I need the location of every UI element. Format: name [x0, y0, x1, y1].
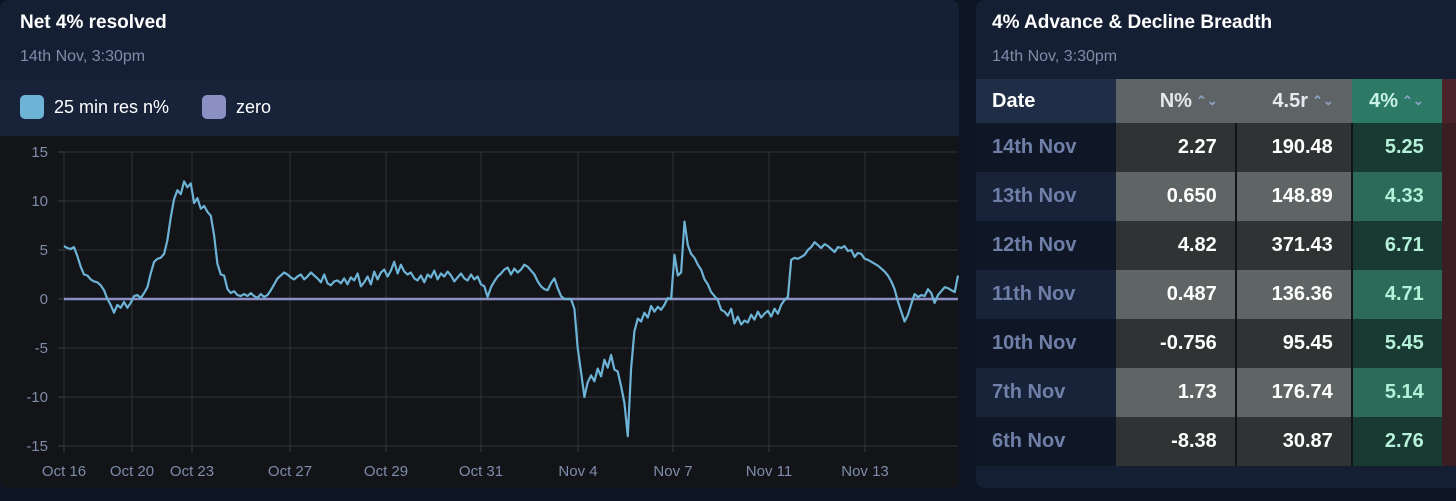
cell-4-5r: 176.74	[1235, 368, 1353, 417]
y-tick-label: 5	[40, 242, 48, 259]
cell-date: 6th Nov	[976, 417, 1117, 466]
x-tick-label: Oct 23	[170, 463, 214, 480]
y-tick-label: 15	[31, 144, 48, 161]
legend-label-25min: 25 min res n%	[54, 96, 170, 117]
table-timestamp: 14th Nov, 3:30pm	[992, 48, 1118, 65]
x-tick-label: Oct 16	[42, 463, 86, 480]
cell-4-5r: 95.45	[1235, 319, 1353, 368]
cell-n-pct: -8.38	[1116, 417, 1237, 466]
x-tick-label: Oct 31	[459, 463, 503, 480]
breadth-table: Date N% ⌃⌄ 4.5r ⌃⌄ 4% ⌃⌄ 14th Nov 2.27 190.48…	[976, 79, 1456, 466]
y-tick-label: -15	[26, 438, 48, 455]
cell-n-pct: 2.27	[1116, 123, 1237, 172]
cell-next-column	[1441, 417, 1456, 466]
cell-date: 13th Nov	[976, 172, 1117, 221]
cell-4-pct: 4.33	[1351, 172, 1442, 221]
header-n-pct[interactable]: N% ⌃⌄	[1116, 79, 1236, 123]
cell-n-pct: 0.487	[1116, 270, 1237, 319]
cell-4-5r: 136.36	[1235, 270, 1353, 319]
legend-item-zero[interactable]: zero	[202, 94, 271, 120]
y-tick-label: -5	[35, 340, 48, 357]
header-4-pct-label: 4%	[1369, 89, 1399, 112]
cell-next-column	[1441, 368, 1456, 417]
cell-date: 11th Nov	[976, 270, 1117, 319]
cell-4-pct: 4.71	[1351, 270, 1442, 319]
cell-next-column	[1441, 270, 1456, 319]
header-date[interactable]: Date	[976, 79, 1117, 123]
table-row[interactable]: 14th Nov 2.27 190.48 5.25	[976, 123, 1456, 172]
sort-icon[interactable]: ⌃⌄	[1312, 93, 1334, 108]
cell-n-pct: 4.82	[1116, 221, 1237, 270]
table-header-row: Date N% ⌃⌄ 4.5r ⌃⌄ 4% ⌃⌄	[976, 79, 1456, 123]
chart-title: Net 4% resolved	[20, 12, 167, 33]
table-row[interactable]: 13th Nov 0.650 148.89 4.33	[976, 172, 1456, 221]
header-next-column[interactable]	[1441, 79, 1456, 123]
y-tick-label: -10	[26, 389, 48, 406]
cell-date: 12th Nov	[976, 221, 1117, 270]
header-date-label: Date	[992, 89, 1036, 112]
chart-timestamp: 14th Nov, 3:30pm	[20, 48, 146, 65]
table-title: 4% Advance & Decline Breadth	[992, 12, 1273, 33]
line-chart[interactable]: 15 10 5 0 -5 -10 -15 Oct 16 Oct 20 Oct 23 Oct 27 Oc…	[0, 136, 959, 488]
cell-date: 10th Nov	[976, 319, 1117, 368]
header-4-5r-label: 4.5r	[1272, 89, 1308, 112]
sort-icon[interactable]: ⌃⌄	[1402, 93, 1424, 108]
net-4pct-resolved-panel: Net 4% resolved 14th Nov, 3:30pm 25 min …	[0, 0, 959, 488]
cell-4-5r: 371.43	[1235, 221, 1353, 270]
cell-4-pct: 2.76	[1351, 417, 1442, 466]
table-row[interactable]: 10th Nov -0.756 95.45 5.45	[976, 319, 1456, 368]
cell-n-pct: -0.756	[1116, 319, 1237, 368]
cell-4-5r: 190.48	[1235, 123, 1353, 172]
chart-area: 15 10 5 0 -5 -10 -15 Oct 16 Oct 20 Oct 23 Oct 27 Oc…	[0, 136, 959, 488]
cell-4-5r: 30.87	[1235, 417, 1353, 466]
legend-swatch-zero	[202, 95, 226, 119]
table-row[interactable]: 7th Nov 1.73 176.74 5.14	[976, 368, 1456, 417]
x-tick-label: Nov 13	[841, 463, 889, 480]
chart-legend: 25 min res n% zero	[0, 80, 959, 136]
y-tick-label: 0	[40, 291, 48, 308]
cell-date: 7th Nov	[976, 368, 1117, 417]
cell-next-column	[1441, 172, 1456, 221]
cell-4-5r: 148.89	[1235, 172, 1353, 221]
x-tick-label: Oct 27	[268, 463, 312, 480]
table-row[interactable]: 6th Nov -8.38 30.87 2.76	[976, 417, 1456, 466]
header-n-pct-label: N%	[1159, 89, 1192, 112]
x-tick-label: Nov 4	[558, 463, 597, 480]
cell-next-column	[1441, 123, 1456, 172]
sort-icon[interactable]: ⌃⌄	[1196, 93, 1218, 108]
cell-next-column	[1441, 319, 1456, 368]
y-tick-label: 10	[31, 193, 48, 210]
cell-4-pct: 5.14	[1351, 368, 1442, 417]
cell-4-pct: 5.45	[1351, 319, 1442, 368]
series-line-25min-res	[63, 180, 959, 438]
x-tick-label: Nov 7	[653, 463, 692, 480]
table-row[interactable]: 12th Nov 4.82 371.43 6.71	[976, 221, 1456, 270]
legend-item-25min[interactable]: 25 min res n%	[20, 94, 169, 120]
cell-n-pct: 0.650	[1116, 172, 1237, 221]
header-4-5r[interactable]: 4.5r ⌃⌄	[1235, 79, 1352, 123]
cell-date: 14th Nov	[976, 123, 1117, 172]
cell-4-pct: 6.71	[1351, 221, 1442, 270]
cell-next-column	[1441, 221, 1456, 270]
header-4-pct[interactable]: 4% ⌃⌄	[1351, 79, 1442, 123]
x-tick-label: Oct 29	[364, 463, 408, 480]
cell-4-pct: 5.25	[1351, 123, 1442, 172]
cell-n-pct: 1.73	[1116, 368, 1237, 417]
table-row[interactable]: 11th Nov 0.487 136.36 4.71	[976, 270, 1456, 319]
x-tick-label: Nov 11	[746, 463, 792, 480]
breadth-table-panel: 4% Advance & Decline Breadth 14th Nov, 3…	[976, 0, 1456, 488]
legend-label-zero: zero	[236, 96, 272, 117]
legend-swatch-25min	[20, 95, 44, 119]
x-tick-label: Oct 20	[110, 463, 154, 480]
